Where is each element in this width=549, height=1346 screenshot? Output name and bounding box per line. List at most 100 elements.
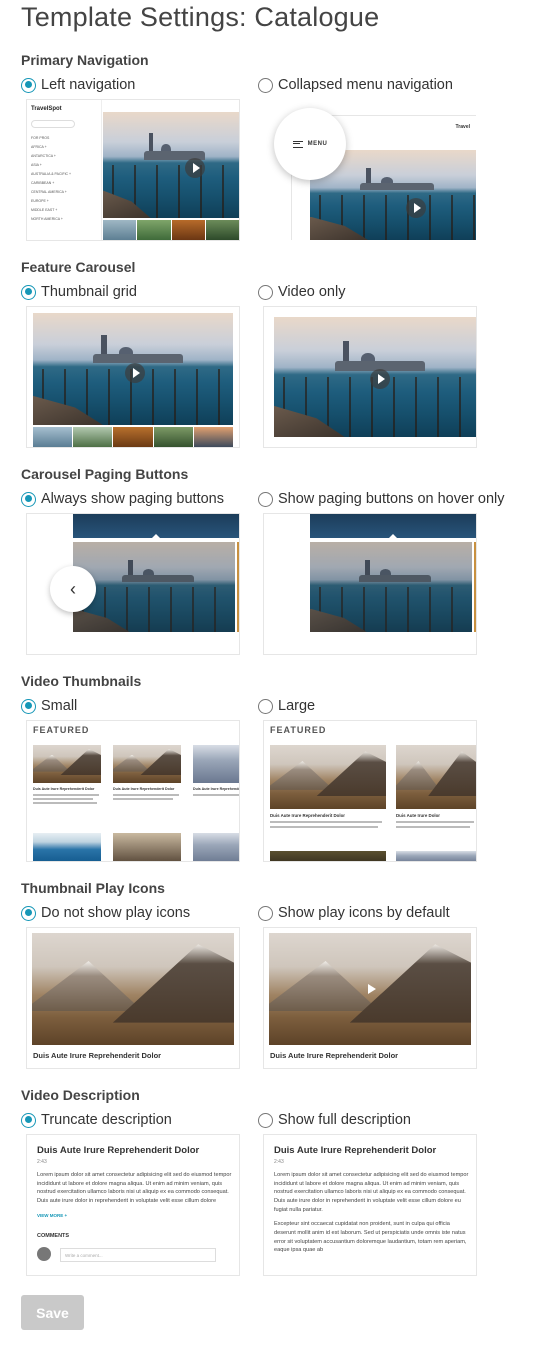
preview-thumbnail-strip xyxy=(103,220,239,240)
radio-collapsed-menu-navigation[interactable]: Collapsed menu navigation xyxy=(258,76,453,94)
radio-label[interactable]: Large xyxy=(278,698,315,714)
preview-thumb-image xyxy=(396,851,476,861)
video-thumbnail: Duis Aute Irure Reprehenderit Dolor xyxy=(193,745,239,835)
page-title: Template Settings: Catalogue xyxy=(21,2,380,32)
description-body: Lorem ipsum dolor sit amet consectetur a… xyxy=(274,1171,470,1255)
preview-sidebar-item: ANTARCTICA + xyxy=(31,154,56,158)
preview-sidebar-item: CENTRAL AMERICA + xyxy=(31,190,67,194)
save-button[interactable]: Save xyxy=(21,1295,84,1330)
radio-button[interactable] xyxy=(258,1112,273,1128)
preview-collapsed-menu-navigation: Travel MENU xyxy=(264,100,476,240)
preview-no-play-icons: Duis Aute Irure Reprehenderit Dolor xyxy=(27,928,239,1068)
description-paragraph: Excepteur sint occaecat cupidatat non pr… xyxy=(274,1221,467,1254)
preview-carousel-top xyxy=(310,514,476,539)
view-more-link: VIEW MORE + xyxy=(37,1213,68,1218)
description-body: Lorem ipsum dolor sit amet consectetur a… xyxy=(37,1172,232,1204)
preview-venice-image xyxy=(274,317,476,437)
section-video-thumbnails: Video Thumbnails Small Large FEATURED Du… xyxy=(21,673,541,863)
radio-label[interactable]: Video only xyxy=(278,284,345,300)
preview-paging-on-hover xyxy=(264,514,476,654)
preview-mountain-image xyxy=(269,933,471,1045)
play-icon xyxy=(368,984,376,994)
play-icon xyxy=(125,363,145,383)
preview-carousel-top xyxy=(73,514,239,539)
video-thumbnail: Duis Aute Irure Reprehenderit Dolor xyxy=(113,745,181,835)
preview-thumbnail-strip xyxy=(33,427,234,447)
radio-label[interactable]: Small xyxy=(41,698,77,714)
radio-do-not-show-play-icons[interactable]: Do not show play icons xyxy=(21,904,190,922)
radio-always-show-paging-buttons[interactable]: Always show paging buttons xyxy=(21,490,224,508)
radio-left-navigation[interactable]: Left navigation xyxy=(21,76,135,94)
preview-sidebar-item: AUSTRALIA & PACIFIC + xyxy=(31,172,72,176)
section-title: Video Thumbnails xyxy=(21,673,142,689)
radio-large[interactable]: Large xyxy=(258,697,315,715)
radio-label[interactable]: Show full description xyxy=(278,1112,411,1128)
preview-venice-image xyxy=(33,313,233,425)
radio-button-checked[interactable] xyxy=(21,905,36,921)
chevron-left-icon: ‹ xyxy=(50,566,96,612)
preview-large-thumbnails: FEATURED Duis Aute Irure Reprehenderit D… xyxy=(264,721,476,861)
radio-video-only[interactable]: Video only xyxy=(258,283,345,301)
radio-show-full-description[interactable]: Show full description xyxy=(258,1111,411,1129)
preview-thumb-image xyxy=(193,833,239,861)
radio-thumbnail-grid[interactable]: Thumbnail grid xyxy=(21,283,137,301)
description-time: 2:43 xyxy=(274,1159,284,1165)
featured-label: FEATURED xyxy=(33,725,90,735)
radio-button[interactable] xyxy=(258,491,273,507)
preview-sidebar: TravelSpot FOR PROS AFRICA + ANTARCTICA … xyxy=(27,100,102,240)
radio-show-play-icons-by-default[interactable]: Show play icons by default xyxy=(258,904,450,922)
preview-sidebar-item: EUROPE + xyxy=(31,199,49,203)
radio-button-checked[interactable] xyxy=(21,77,36,93)
preview-sidebar-item: NORTH AMERICA + xyxy=(31,217,63,221)
section-title: Carousel Paging Buttons xyxy=(21,466,189,482)
radio-label[interactable]: Show play icons by default xyxy=(278,905,450,921)
section-title: Video Description xyxy=(21,1087,140,1103)
section-carousel-paging-buttons: Carousel Paging Buttons Always show pagi… xyxy=(21,466,541,656)
radio-button-checked[interactable] xyxy=(21,491,36,507)
radio-button-checked[interactable] xyxy=(21,284,36,300)
preview-search-box xyxy=(31,120,75,128)
radio-button[interactable] xyxy=(258,77,273,93)
radio-label[interactable]: Collapsed menu navigation xyxy=(278,77,453,93)
preview-thumbnail-grid xyxy=(27,307,239,447)
radio-button[interactable] xyxy=(258,905,273,921)
radio-label[interactable]: Always show paging buttons xyxy=(41,491,224,507)
radio-button-checked[interactable] xyxy=(21,698,36,714)
menu-label: MENU xyxy=(307,141,328,147)
play-icon xyxy=(370,369,390,389)
radio-label[interactable]: Truncate description xyxy=(41,1112,172,1128)
preview-play-icons-default: Duis Aute Irure Reprehenderit Dolor xyxy=(264,928,476,1068)
play-icon xyxy=(406,198,426,218)
preview-thumb-image xyxy=(33,833,101,861)
preview-next-slide-edge xyxy=(237,542,239,632)
radio-button[interactable] xyxy=(258,284,273,300)
radio-label[interactable]: Show paging buttons on hover only xyxy=(278,491,505,507)
video-thumbnail: Duis Aute Irure Reprehenderit Dolor xyxy=(33,745,101,835)
radio-label[interactable]: Left navigation xyxy=(41,77,135,93)
radio-show-paging-buttons-on-hover-only[interactable]: Show paging buttons on hover only xyxy=(258,490,505,508)
play-icon xyxy=(185,158,205,178)
radio-small[interactable]: Small xyxy=(21,697,77,715)
preview-truncated-description: Duis Aute Irure Reprehenderit Dolor 2:43… xyxy=(27,1135,239,1275)
radio-label[interactable]: Thumbnail grid xyxy=(41,284,137,300)
section-title: Feature Carousel xyxy=(21,259,136,275)
preview-sidebar-item: FOR PROS xyxy=(31,136,50,140)
description-time: 2:43 xyxy=(37,1159,47,1165)
section-primary-navigation: Primary Navigation Left navigation Colla… xyxy=(21,52,541,242)
preview-small-thumbnails: FEATURED Duis Aute Irure Reprehenderit D… xyxy=(27,721,239,861)
comments-label: COMMENTS xyxy=(37,1233,70,1239)
preview-brand-logo: TravelSpot xyxy=(31,106,62,112)
description-title: Duis Aute Irure Reprehenderit Dolor xyxy=(37,1145,200,1156)
featured-label: FEATURED xyxy=(270,725,327,735)
comment-input: Write a comment... xyxy=(60,1248,216,1262)
radio-truncate-description[interactable]: Truncate description xyxy=(21,1111,172,1129)
section-thumbnail-play-icons: Thumbnail Play Icons Do not show play ic… xyxy=(21,880,541,1070)
preview-next-slide-edge xyxy=(474,542,476,632)
radio-label[interactable]: Do not show play icons xyxy=(41,905,190,921)
radio-button-checked[interactable] xyxy=(21,1112,36,1128)
preview-thumb-image xyxy=(270,851,386,861)
description-paragraph: Lorem ipsum dolor sit amet consectetur a… xyxy=(274,1172,469,1213)
radio-button[interactable] xyxy=(258,698,273,714)
preview-brand-logo: Travel xyxy=(455,124,470,130)
preview-thumb-image xyxy=(113,833,181,861)
